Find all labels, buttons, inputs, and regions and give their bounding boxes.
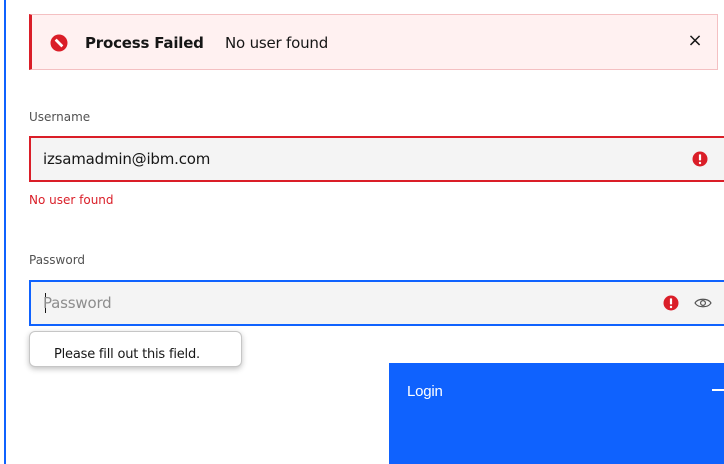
username-error-message: No user found [29, 193, 114, 207]
eye-icon[interactable] [694, 295, 712, 311]
username-label: Username [29, 110, 91, 124]
username-input[interactable] [43, 138, 643, 180]
password-input[interactable] [43, 282, 643, 324]
notification-title: Process Failed [85, 34, 204, 52]
arrow-right-icon [712, 389, 724, 391]
password-field [29, 280, 724, 326]
warning-filled-icon [663, 295, 679, 311]
validation-tooltip: Please fill out this field. [29, 331, 242, 367]
notification-subtitle: No user found [225, 34, 329, 52]
password-label: Password [29, 253, 86, 267]
login-button-label: Login [407, 383, 443, 400]
username-field [29, 136, 724, 182]
validation-tooltip-text: Please fill out this field. [54, 347, 200, 362]
close-icon[interactable]: × [683, 29, 707, 53]
page-edge [0, 0, 6, 464]
error-filled-icon [50, 34, 68, 52]
login-page: Process Failed No user found × Username … [0, 0, 724, 464]
login-button[interactable]: Login [389, 363, 724, 464]
warning-filled-icon [692, 151, 708, 167]
error-notification: Process Failed No user found × [29, 14, 718, 70]
